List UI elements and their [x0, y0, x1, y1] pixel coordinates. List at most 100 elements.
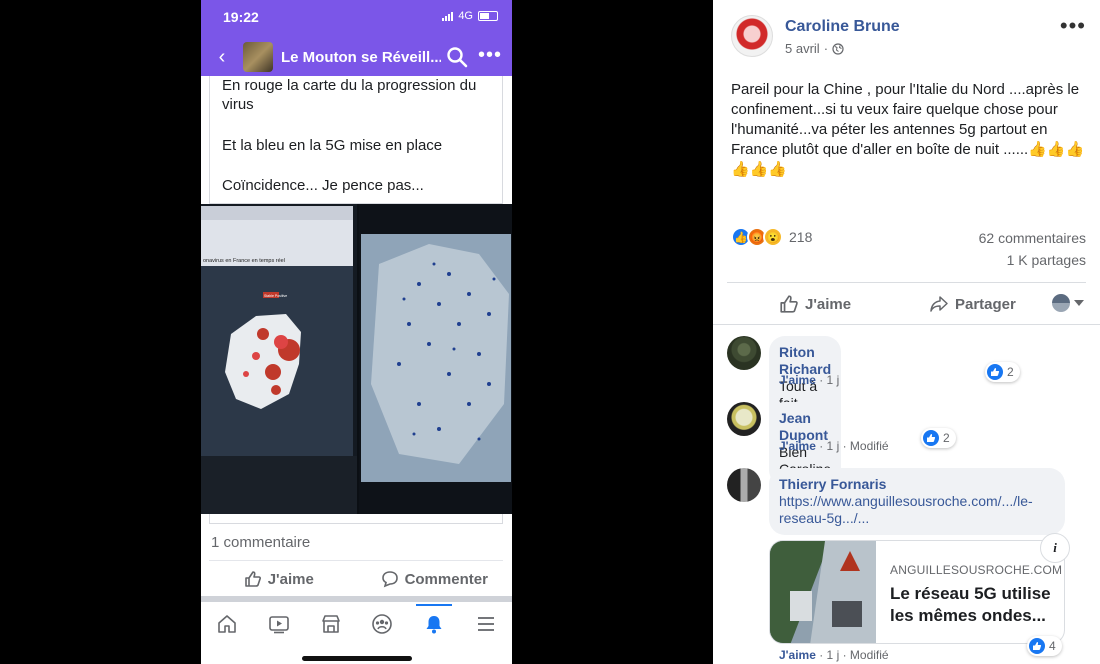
divider — [209, 560, 503, 561]
reactions-summary[interactable]: 👍 😡 😮 218 — [731, 227, 812, 247]
comment-reaction-count: 2 — [1007, 365, 1014, 379]
post-line-3: Coïncidence... Je pence pas... — [222, 177, 424, 194]
link-preview-card[interactable]: ANGUILLESOUSROCHE.COM Le réseau 5G utili… — [769, 540, 1065, 644]
france-virus-map-photo: onavirus en France en temps réel Stable … — [201, 204, 357, 514]
like-button[interactable]: J'aime — [779, 294, 851, 314]
photo-left-title: onavirus en France en temps réel — [203, 258, 285, 264]
commenter-avatar[interactable] — [727, 468, 761, 502]
bottom-tab-bar — [201, 602, 512, 646]
comment-link[interactable]: https://www.anguillesousroche.com/.../le… — [779, 493, 1055, 527]
comment-reaction-count: 2 — [943, 431, 950, 445]
commenter-avatar[interactable] — [727, 336, 761, 370]
comment-like-link[interactable]: J'aime — [779, 373, 816, 387]
comment-button[interactable]: Commenter — [357, 562, 513, 596]
like-reaction-icon — [923, 430, 939, 446]
info-icon[interactable]: i — [1040, 533, 1070, 563]
comments-count[interactable]: 62 commentaires — [979, 230, 1086, 246]
post-meta: 5 avril · — [785, 41, 844, 56]
search-icon[interactable] — [446, 46, 468, 68]
post-action-bar: J'aime Partager — [727, 284, 1086, 324]
author-name[interactable]: Caroline Brune — [785, 18, 900, 36]
comment-bubble: Thierry Fornaris https://www.anguillesou… — [769, 468, 1065, 535]
video-icon — [268, 616, 289, 634]
network-label: 4G — [458, 10, 473, 22]
phone-screenshot: 19:22 4G ‹ Le Mouton se Réveill... ••• E… — [201, 0, 512, 664]
post-actions: J'aime Commenter — [201, 562, 512, 596]
divider — [727, 282, 1086, 283]
post-body: Pareil pour la Chine , pour l'Italie du … — [731, 81, 1085, 178]
comment-reactions[interactable]: 2 — [985, 362, 1020, 382]
home-icon — [218, 615, 236, 633]
share-arrow-icon — [930, 296, 948, 312]
divider — [713, 324, 1100, 325]
comment-footer: J'aime · 1 j · Modifié — [779, 648, 889, 662]
france-5g-map-photo — [359, 204, 512, 514]
comment-icon — [381, 571, 398, 588]
author-avatar[interactable] — [731, 15, 773, 57]
comment-meta: · 1 j — [815, 373, 840, 387]
share-label: Partager — [955, 295, 1016, 313]
tab-home[interactable] — [201, 602, 253, 646]
comment-like-link[interactable]: J'aime — [779, 648, 816, 662]
like-label: J'aime — [267, 570, 314, 588]
tab-groups[interactable] — [356, 602, 408, 646]
post-options-icon[interactable]: ••• — [1060, 13, 1086, 39]
link-preview-image — [770, 541, 876, 643]
bell-icon — [426, 616, 442, 634]
meta-separator: · — [823, 41, 829, 56]
thumbs-up-icon — [780, 295, 798, 313]
commenter-avatar[interactable] — [727, 402, 761, 436]
thumbs-up-icon — [244, 571, 261, 587]
tab-marketplace[interactable] — [305, 602, 357, 646]
profile-avatar — [1052, 294, 1070, 312]
like-reaction-icon — [987, 364, 1003, 380]
tab-watch[interactable] — [253, 602, 305, 646]
commenter-name[interactable]: Thierry Fornaris — [779, 476, 1055, 493]
signal-icon — [442, 11, 454, 21]
link-title[interactable]: Le réseau 5G utilise les mêmes ondes... — [890, 583, 1060, 627]
comment-footer: J'aime · 1 j · Modifié — [779, 439, 889, 453]
post-line-1: En rouge la carte du la progression du v… — [222, 77, 477, 113]
share-button[interactable]: Partager — [929, 294, 1016, 314]
post-photo[interactable]: onavirus en France en temps réel Stable … — [201, 204, 512, 514]
group-avatar[interactable] — [243, 42, 273, 72]
tab-menu[interactable] — [460, 602, 512, 646]
home-indicator — [302, 656, 412, 661]
react-as-selector[interactable] — [1052, 294, 1084, 312]
comment-like-link[interactable]: J'aime — [779, 439, 816, 453]
hamburger-menu-icon — [478, 617, 495, 631]
post-line-2: Et la bleu en la 5G mise en place — [222, 137, 443, 154]
facebook-post: Caroline Brune 5 avril · ••• Pareil pour… — [713, 0, 1100, 664]
marketplace-icon — [321, 615, 340, 633]
post-card-bottom — [209, 514, 503, 524]
post-date[interactable]: 5 avril — [785, 41, 820, 56]
comment-footer: J'aime · 1 j — [779, 373, 839, 387]
photo-left-status: Stable Positive — [264, 294, 287, 298]
globe-icon — [832, 42, 844, 55]
reaction-count: 218 — [789, 229, 813, 245]
tab-notifications[interactable] — [408, 602, 460, 646]
like-label: J'aime — [805, 295, 852, 313]
shares-count[interactable]: 1 K partages — [1007, 252, 1086, 268]
more-options-icon[interactable]: ••• — [478, 44, 502, 67]
back-arrow-icon[interactable]: ‹ — [207, 46, 237, 69]
comment-meta: · 1 j · Modifié — [815, 648, 889, 662]
caret-down-icon — [1074, 300, 1084, 306]
status-bar: 19:22 4G — [201, 0, 512, 38]
comment-label: Commenter — [404, 570, 488, 588]
groups-icon — [372, 614, 393, 634]
status-indicators: 4G — [442, 10, 498, 22]
wow-reaction-icon: 😮 — [763, 227, 783, 247]
group-header: ‹ Le Mouton se Réveill... ••• — [201, 38, 512, 76]
comment-count[interactable]: 1 commentaire — [211, 534, 310, 551]
like-button[interactable]: J'aime — [201, 562, 357, 596]
link-domain: ANGUILLESOUSROCHE.COM — [890, 563, 1063, 577]
comment-reaction-count: 4 — [1049, 639, 1056, 653]
comment-reactions[interactable]: 4 — [1027, 636, 1062, 656]
group-title[interactable]: Le Mouton se Réveill... — [281, 49, 441, 66]
comment-reactions[interactable]: 2 — [921, 428, 956, 448]
battery-icon — [478, 11, 498, 21]
comment-meta: · 1 j · Modifié — [815, 439, 889, 453]
phone-post-text: En rouge la carte du la progression du v… — [209, 76, 503, 204]
status-time: 19:22 — [223, 9, 259, 25]
